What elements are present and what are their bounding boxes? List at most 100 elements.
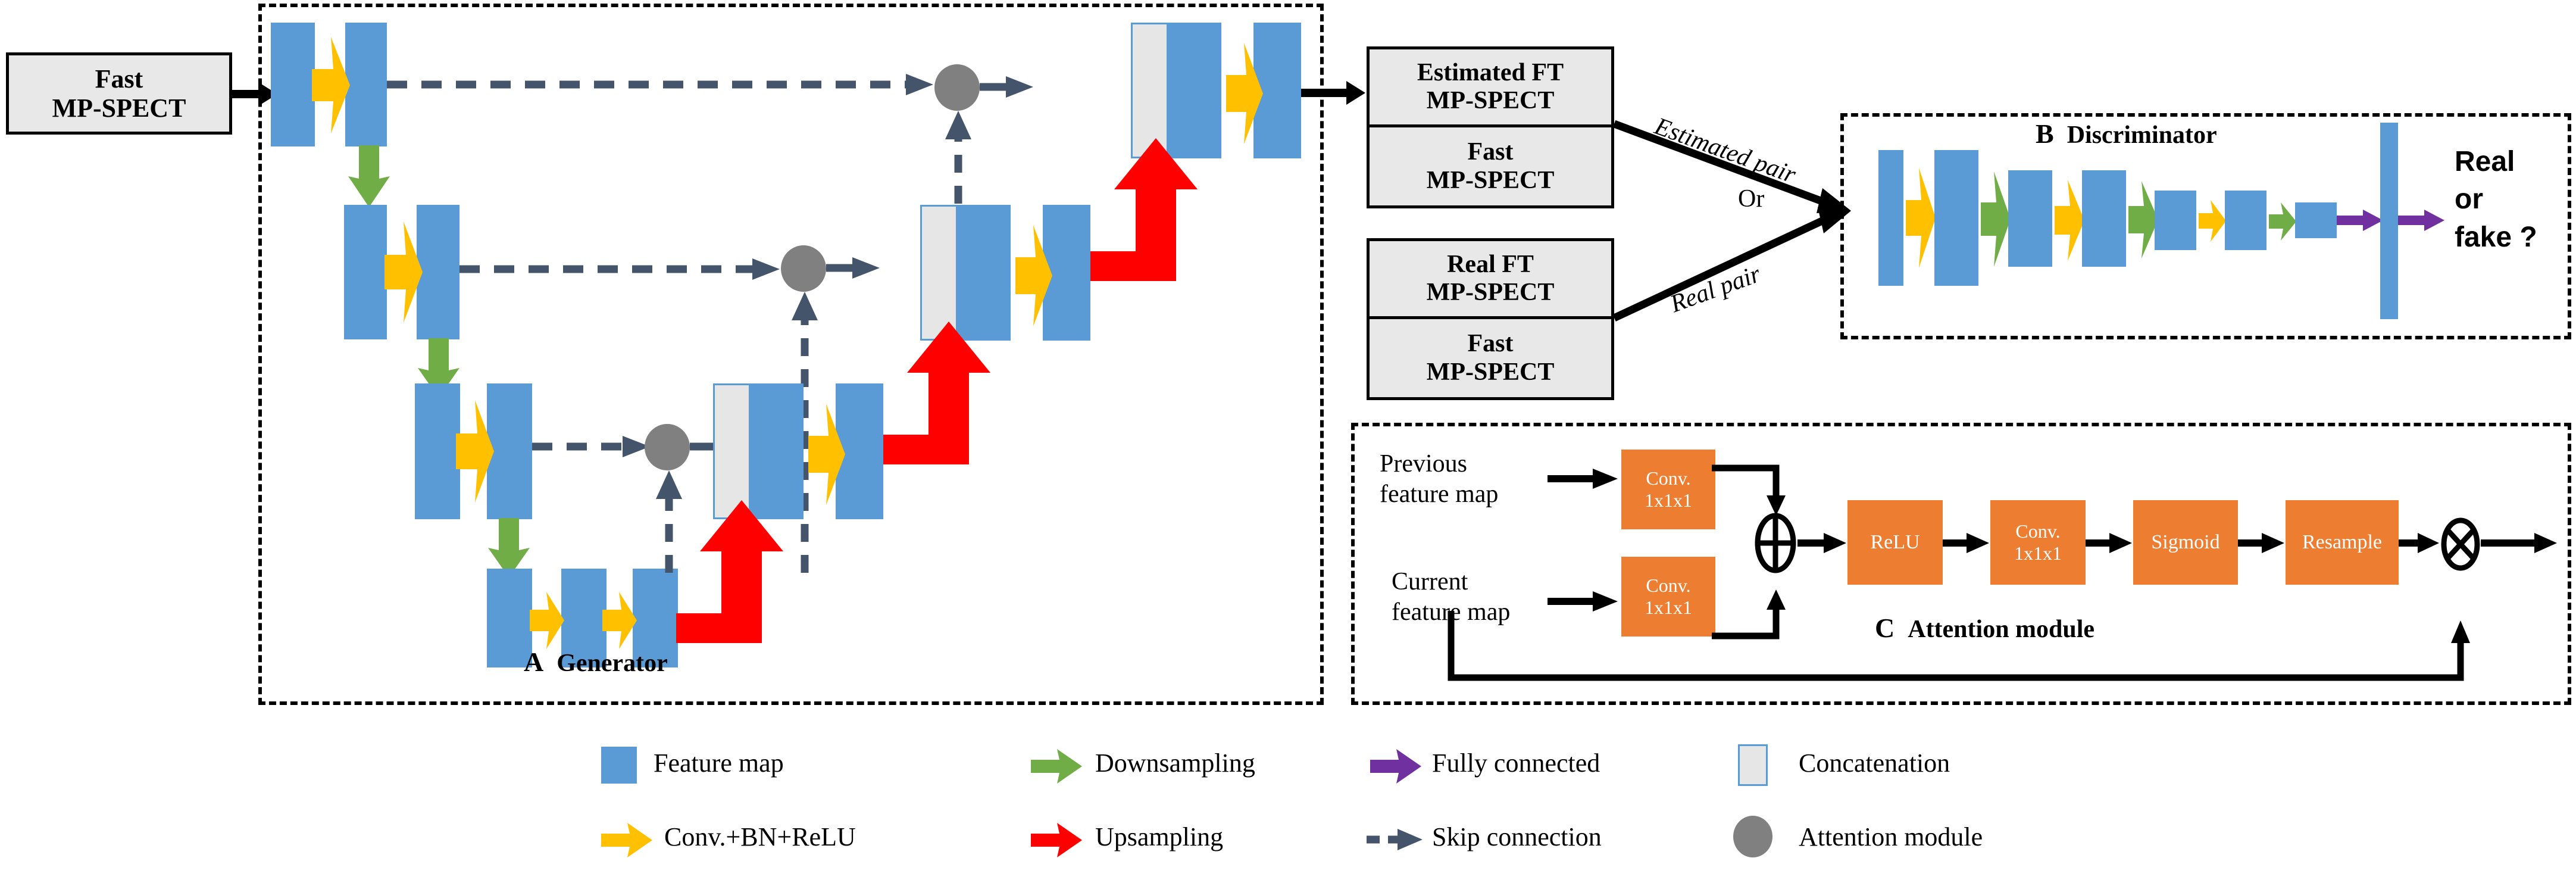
- attention-output-arrow: [2481, 533, 2557, 553]
- disc-fmap-4: [2082, 170, 2126, 267]
- gen-dec1-conv-arrow: [1226, 43, 1263, 144]
- disc-fmap-5: [2155, 191, 2196, 250]
- real-ft-cell: Real FT MP-SPECT: [1370, 241, 1611, 319]
- attention-resample-to-mul-arrow: [2399, 533, 2439, 553]
- attention-curr-input-arrow: [1548, 591, 1618, 612]
- real-pair-arrow: [1612, 207, 1851, 322]
- attention-multiply-symbol: [2441, 517, 2480, 571]
- gen-up1-arrow: [1090, 138, 1198, 281]
- legend-concatenation-swatch: [1738, 744, 1768, 786]
- sigmoid-label: Sigmoid: [2151, 531, 2220, 554]
- gen-bottleneck-conv-arrow-1: [530, 592, 564, 649]
- attention-previous-input-label: Previous feature map: [1380, 449, 1498, 510]
- generator-output-arrow: [1301, 81, 1365, 105]
- disc-fmap-1: [1878, 150, 1903, 286]
- disc-fmap-2: [1934, 150, 1978, 286]
- legend-conv-bn-relu-arrow: [601, 823, 652, 857]
- gen-dec2-fmap: [956, 205, 1011, 341]
- gen-skip2-connection: [459, 258, 780, 280]
- estimated-ft-line2: MP-SPECT: [1426, 87, 1555, 114]
- gen-attention-node-3: [645, 424, 690, 470]
- conv-prev-line1: Conv.: [1646, 467, 1691, 489]
- estimated-ft-line1: Estimated FT: [1417, 58, 1564, 86]
- gen-up2-arrow: [883, 322, 990, 464]
- disc-down-arrow-1: [1981, 171, 2011, 267]
- legend-feature-map-swatch: [601, 747, 637, 784]
- gen-bottleneck-conv-arrow-2: [602, 592, 637, 649]
- disc-fc-arrow-1: [2337, 210, 2383, 231]
- previous-feature-map-line1: Previous: [1380, 450, 1467, 478]
- resample-label: Resample: [2302, 531, 2383, 554]
- real-pair-box: Real FT MP-SPECT Fast MP-SPECT: [1367, 238, 1614, 400]
- legend-upsampling-arrow: [1031, 823, 1082, 857]
- disc-fmap-6: [2225, 191, 2266, 250]
- disc-conv-arrow-1: [1906, 168, 1936, 268]
- legend-feature-map-label: Feature map: [654, 748, 784, 778]
- gen-enc2-conv-arrow: [384, 222, 423, 323]
- conv-prev-line2: 1x1x1: [1645, 489, 1692, 511]
- gen-dec3-conv-arrow: [808, 404, 845, 505]
- attention-resample-block: Resample: [2286, 500, 2399, 585]
- gen-skip1-connection: [387, 74, 933, 95]
- gen-attention1-out-arrow: [980, 76, 1033, 98]
- gen-up3-arrow: [676, 500, 783, 643]
- legend-skip-connection-label: Skip connection: [1432, 822, 1602, 851]
- discriminator-output-line2: or: [2455, 183, 2483, 216]
- attention-panel-title: C Attention module: [1875, 612, 2094, 644]
- attention-sigmoid-block: Sigmoid: [2133, 500, 2238, 585]
- discriminator-output-line1: Real: [2455, 146, 2515, 177]
- gen-attention2-out-arrow: [826, 257, 880, 279]
- generator-panel-letter: A: [524, 647, 544, 677]
- legend-downsampling-arrow: [1031, 749, 1082, 784]
- discriminator-panel-letter: B: [2036, 118, 2054, 149]
- real-fast-line2: MP-SPECT: [1426, 358, 1555, 386]
- legend-attention-module-label: Attention module: [1799, 822, 1983, 851]
- estimated-fast-line1: Fast: [1467, 138, 1514, 166]
- real-ft-line2: MP-SPECT: [1426, 279, 1555, 306]
- previous-feature-map-line2: feature map: [1380, 481, 1499, 508]
- legend-conv-bn-relu-label: Conv.+BN+ReLU: [664, 822, 856, 851]
- disc-fc-layer: [2380, 123, 2398, 319]
- attention-relu-to-conv-arrow: [1943, 533, 1989, 553]
- discriminator-panel-name: Discriminator: [2067, 121, 2217, 149]
- gen-dec3-fmap: [749, 383, 804, 519]
- attention-conv3-block: Conv. 1x1x1: [1990, 500, 2086, 585]
- generator-panel-title: A Generator: [524, 646, 668, 678]
- attention-relu-block: ReLU: [1847, 500, 1943, 585]
- estimated-ft-cell: Estimated FT MP-SPECT: [1370, 49, 1611, 127]
- disc-fmap-3: [2008, 170, 2052, 267]
- attention-panel-name: Attention module: [1908, 616, 2095, 643]
- estimated-fast-line2: MP-SPECT: [1426, 166, 1555, 194]
- input-label-line1: Fast: [95, 64, 143, 93]
- attention-sum-to-relu-arrow: [1797, 533, 1846, 553]
- disc-down-arrow-3: [2269, 202, 2296, 241]
- attention-conv3-to-sigmoid-arrow: [2086, 533, 2132, 553]
- estimated-fast-cell: Fast MP-SPECT: [1370, 127, 1611, 205]
- relu-label: ReLU: [1870, 531, 1920, 554]
- conv3-line2: 1x1x1: [2014, 542, 2062, 564]
- current-feature-map-line1: Current: [1392, 568, 1468, 595]
- discriminator-panel-title: B Discriminator: [2036, 118, 2217, 149]
- real-fast-cell: Fast MP-SPECT: [1370, 319, 1611, 397]
- disc-conv-arrow-3: [2199, 200, 2226, 242]
- gen-skip3-connection: [532, 436, 650, 457]
- attention-conv-prev-block: Conv. 1x1x1: [1621, 450, 1715, 529]
- disc-conv-arrow-2: [2055, 180, 2084, 261]
- attention-prev-input-arrow: [1548, 469, 1618, 489]
- real-fast-line1: Fast: [1467, 330, 1514, 358]
- legend-fully-connected-label: Fully connected: [1432, 748, 1600, 778]
- attention-sum-symbol: [1755, 513, 1796, 573]
- discriminator-output-label: Real or fake ?: [2455, 143, 2537, 256]
- input-label-line2: MP-SPECT: [52, 93, 186, 123]
- disc-fc-arrow-2: [2398, 210, 2444, 231]
- or-label: Or: [1738, 185, 1765, 213]
- legend-concatenation-label: Concatenation: [1799, 748, 1950, 778]
- gen-attention-node-2: [781, 245, 826, 292]
- legend-attention-module-dot: [1733, 816, 1772, 857]
- attention-panel-letter: C: [1875, 613, 1895, 643]
- estimated-pair-box: Estimated FT MP-SPECT Fast MP-SPECT: [1367, 46, 1614, 208]
- real-ft-line1: Real FT: [1447, 250, 1534, 278]
- conv-curr-line1: Conv.: [1646, 575, 1691, 597]
- generator-panel-name: Generator: [557, 650, 668, 677]
- gen-down1-arrow: [348, 145, 390, 207]
